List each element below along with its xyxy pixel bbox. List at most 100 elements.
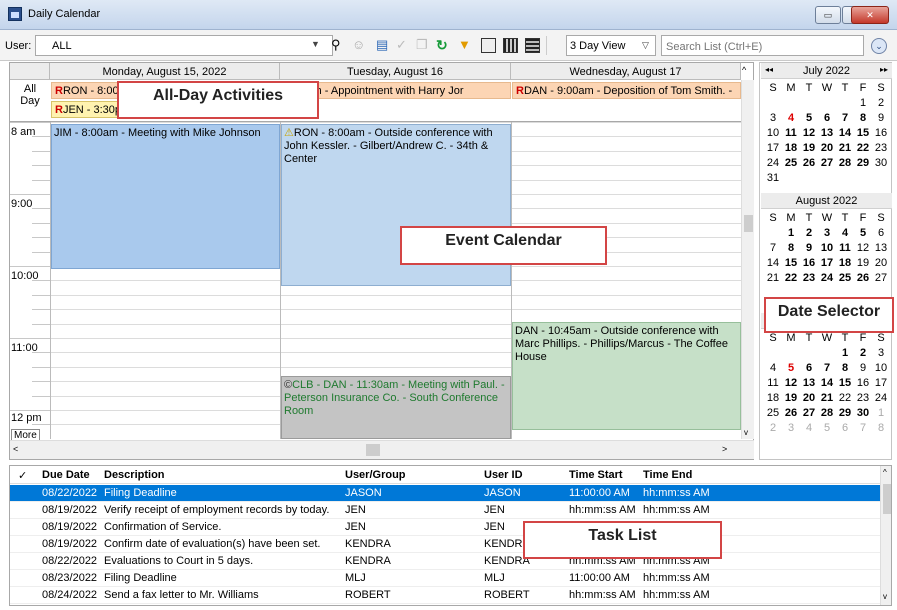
calendar-day[interactable]: 8 [854, 112, 872, 124]
calendar-day[interactable]: 17 [818, 257, 836, 269]
calendar-day[interactable]: 13 [818, 127, 836, 139]
event-block[interactable]: DAN - 10:45am - Outside conference with … [512, 322, 741, 430]
calendar-day[interactable]: 26 [854, 272, 872, 284]
calendar-day[interactable]: 1 [782, 227, 800, 239]
calendar-day[interactable]: 20 [800, 392, 818, 404]
minimize-button[interactable]: ▭ [815, 6, 841, 24]
calendar-day[interactable]: 9 [854, 362, 872, 374]
calendar-day[interactable]: 27 [800, 407, 818, 419]
calendar-day[interactable]: 26 [800, 157, 818, 169]
scroll-thumb[interactable] [366, 444, 380, 456]
calendar-day[interactable]: 21 [764, 272, 782, 284]
calendar-day[interactable]: 12 [782, 377, 800, 389]
chevron-down-icon[interactable]: ▽ [642, 40, 649, 51]
calendar-day[interactable]: 6 [836, 422, 854, 434]
calendar-day[interactable]: 25 [782, 157, 800, 169]
calendar-day[interactable]: 3 [872, 347, 890, 359]
calendar-day[interactable]: 23 [872, 142, 890, 154]
copy-icon[interactable]: ❐ [416, 37, 433, 54]
task-row[interactable]: 08/22/2022 Evaluations to Court in 5 days… [10, 553, 880, 570]
refresh-icon[interactable]: ↻ [436, 37, 453, 54]
calendar-day[interactable]: 2 [764, 422, 782, 434]
calendar-day[interactable]: 27 [818, 157, 836, 169]
calendar-vertical-scrollbar[interactable]: v [741, 80, 754, 439]
check-column-icon[interactable]: ✓ [18, 469, 27, 482]
day-header-wednesday[interactable]: Wednesday, August 17 [511, 63, 741, 80]
calendar-day[interactable]: 14 [764, 257, 782, 269]
calendar-day[interactable]: 22 [854, 142, 872, 154]
calendar-day[interactable]: 24 [818, 272, 836, 284]
calendar-day[interactable]: 31 [764, 172, 782, 184]
calendar-day[interactable]: 12 [800, 127, 818, 139]
calendar-day[interactable]: 10 [764, 127, 782, 139]
calendar-day[interactable]: 22 [836, 392, 854, 404]
calendar-day[interactable]: 21 [836, 142, 854, 154]
task-row[interactable]: 08/22/2022 Filing Deadline JASON JASON 11:00… [10, 485, 880, 502]
calendar-day[interactable]: 19 [854, 257, 872, 269]
calendar-day[interactable]: 8 [872, 422, 890, 434]
calendar-day[interactable]: 10 [872, 362, 890, 374]
calendar-day[interactable]: 7 [764, 242, 782, 254]
calendar-day[interactable]: 4 [764, 362, 782, 374]
calendar-day[interactable]: 14 [818, 377, 836, 389]
user-select[interactable]: ALL [35, 35, 333, 56]
calendar-day[interactable]: 6 [818, 112, 836, 124]
task-row[interactable]: 08/19/2022 Confirm date of evaluation(s) … [10, 536, 880, 553]
calendar-day[interactable]: 5 [854, 227, 872, 239]
calendar-day[interactable]: 2 [800, 227, 818, 239]
calendar-day[interactable]: 29 [836, 407, 854, 419]
task-row[interactable]: 08/19/2022 Confirmation of Service. JEN JEN [10, 519, 880, 536]
calendar-day[interactable]: 13 [800, 377, 818, 389]
calendar-day[interactable]: 9 [800, 242, 818, 254]
calendar-day[interactable]: 24 [872, 392, 890, 404]
next-month-icon[interactable]: ▸▸ [880, 65, 888, 74]
col-user-id[interactable]: User ID [484, 469, 523, 481]
calendar-day[interactable]: 27 [872, 272, 890, 284]
calendar-day[interactable]: 18 [764, 392, 782, 404]
calendar-day[interactable]: 3 [764, 112, 782, 124]
calendar-day[interactable]: 3 [782, 422, 800, 434]
scroll-thumb[interactable] [883, 484, 891, 514]
calendar-day[interactable]: 26 [782, 407, 800, 419]
calendar-day[interactable]: 4 [782, 112, 800, 124]
calendar-day[interactable]: 6 [800, 362, 818, 374]
calendar-day[interactable]: 29 [854, 157, 872, 169]
scroll-left-icon[interactable]: < [13, 444, 18, 454]
calendar-day[interactable]: 24 [764, 157, 782, 169]
calendar-day[interactable]: 4 [800, 422, 818, 434]
calendar-day[interactable]: 17 [872, 377, 890, 389]
calendar-day[interactable]: 5 [782, 362, 800, 374]
col-time-start[interactable]: Time Start [569, 469, 623, 481]
calendar-day[interactable]: 19 [782, 392, 800, 404]
event-block[interactable]: JIM - 8:00am - Meeting with Mike Johnson [51, 124, 280, 269]
calendar-day[interactable]: 9 [872, 112, 890, 124]
event-block[interactable]: ©CLB - DAN - 11:30am - Meeting with Paul… [281, 376, 511, 439]
calendar-day[interactable]: 11 [836, 242, 854, 254]
calendar-day[interactable]: 1 [872, 407, 890, 419]
col-due-date[interactable]: Due Date [42, 469, 90, 481]
calendar-day[interactable]: 10 [818, 242, 836, 254]
calendar-day[interactable]: 7 [818, 362, 836, 374]
calendar-day[interactable]: 18 [836, 257, 854, 269]
day-header-tuesday[interactable]: Tuesday, August 16 [280, 63, 511, 80]
calendar-day[interactable]: 5 [800, 112, 818, 124]
scroll-right-icon[interactable]: > [722, 444, 727, 454]
expand-icon[interactable]: ⌄ [871, 38, 887, 54]
calendar-day[interactable]: 17 [764, 142, 782, 154]
calendar-day[interactable]: 1 [836, 347, 854, 359]
prev-month-icon[interactable]: ◂◂ [765, 65, 773, 74]
calendar-day[interactable]: 18 [782, 142, 800, 154]
close-button[interactable]: ✕ [851, 6, 889, 24]
calendar-day[interactable]: 11 [782, 127, 800, 139]
calendar-day[interactable]: 25 [836, 272, 854, 284]
col-user-group[interactable]: User/Group [345, 469, 406, 481]
allday-event[interactable]: RDAN - 9:00am - Deposition of Tom Smith.… [512, 82, 741, 99]
task-row[interactable]: 08/19/2022 Verify receipt of employment r… [10, 502, 880, 519]
calendar-day[interactable]: 5 [818, 422, 836, 434]
calendar-day[interactable]: 20 [872, 257, 890, 269]
calendar-day[interactable]: 25 [764, 407, 782, 419]
scroll-up-icon[interactable]: ^ [742, 65, 752, 75]
calendar-day[interactable]: 30 [872, 157, 890, 169]
calendar-day[interactable]: 28 [836, 157, 854, 169]
calendar-day[interactable]: 8 [836, 362, 854, 374]
